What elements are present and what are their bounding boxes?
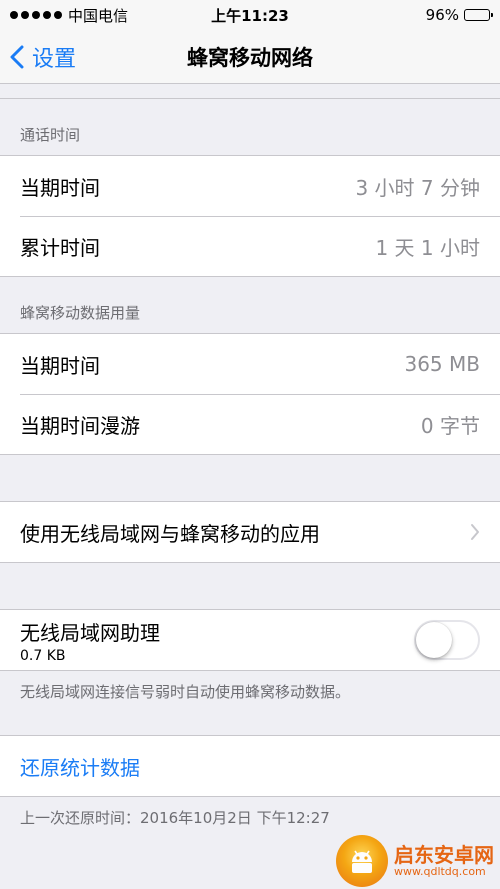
apps-group: 使用无线局域网与蜂窝移动的应用 — [0, 501, 500, 563]
call-time-total-row: 累计时间 1 天 1 小时 — [0, 216, 500, 276]
row-label: 当期时间 — [20, 175, 100, 200]
data-usage-current-row: 当期时间 365 MB — [0, 334, 500, 394]
reset-statistics-button[interactable]: 还原统计数据 — [20, 752, 140, 781]
row-value: 1 天 1 小时 — [375, 235, 480, 260]
battery-percent: 96% — [425, 6, 459, 24]
carrier-name: 中国电信 — [68, 6, 129, 25]
watermark-logo-icon — [336, 835, 388, 887]
wifi-assist-description: 无线局域网连接信号弱时自动使用蜂窝移动数据。 — [20, 683, 351, 701]
settings-list[interactable]: 通话时间 当期时间 3 小时 7 分钟 累计时间 1 天 1 小时 蜂窝移动数据… — [0, 84, 500, 889]
wifi-assist-title: 无线局域网助理 — [20, 620, 160, 645]
wifi-assist-text: 无线局域网助理 0.7 KB — [20, 617, 160, 664]
android-robot-icon — [352, 850, 372, 873]
watermark-title: 启东安卓网 — [394, 842, 494, 867]
reset-statistics-row[interactable]: 还原统计数据 — [0, 736, 500, 796]
row-label: 当期时间 — [20, 353, 100, 378]
status-bar: 中国电信 上午11:23 96% — [0, 0, 500, 30]
call-time-current-row: 当期时间 3 小时 7 分钟 — [0, 156, 500, 216]
data-usage-roaming-row: 当期时间漫游 0 字节 — [0, 394, 500, 454]
back-button-label: 设置 — [32, 46, 77, 72]
row-label: 使用无线局域网与蜂窝移动的应用 — [20, 521, 320, 546]
screen: 中国电信 上午11:23 96% 设置 蜂窝移动网络 通话时间 当期时间 3 小… — [0, 0, 500, 889]
row-value: 3 小时 7 分钟 — [355, 175, 480, 200]
watermark-text: 启东安卓网 www.qdltdq.com — [394, 844, 494, 878]
wifi-assist-toggle[interactable] — [414, 620, 480, 660]
call-time-group: 当期时间 3 小时 7 分钟 累计时间 1 天 1 小时 — [0, 155, 500, 277]
wifi-cellular-apps-row[interactable]: 使用无线局域网与蜂窝移动的应用 — [0, 502, 500, 562]
back-button[interactable]: 设置 — [0, 41, 76, 73]
wifi-assist-usage: 0.7 KB — [20, 647, 66, 664]
row-label: 累计时间 — [20, 235, 100, 260]
battery-icon — [464, 9, 493, 21]
row-value: 0 字节 — [420, 413, 480, 438]
navigation-bar: 设置 蜂窝移动网络 — [0, 30, 500, 84]
wifi-assist-row: 无线局域网助理 0.7 KB — [0, 610, 500, 670]
section-header-data-usage: 蜂窝移动数据用量 — [20, 304, 141, 322]
last-reset-time: 上一次还原时间：2016年10月2日 下午12:27 — [20, 809, 330, 827]
chevron-left-icon — [10, 45, 24, 68]
scrolled-section-edge — [0, 84, 500, 99]
row-label: 当期时间漫游 — [20, 413, 140, 438]
site-watermark: 启东安卓网 www.qdltdq.com — [336, 835, 494, 887]
chevron-right-icon — [471, 524, 479, 540]
signal-strength-icon — [10, 11, 62, 19]
battery-indicator: 96% — [425, 6, 493, 24]
wifi-assist-group: 无线局域网助理 0.7 KB — [0, 609, 500, 671]
reset-group: 还原统计数据 — [0, 735, 500, 797]
section-header-call-time: 通话时间 — [20, 126, 81, 144]
toggle-knob — [416, 622, 452, 658]
row-value: 365 MB — [404, 352, 480, 376]
data-usage-group: 当期时间 365 MB 当期时间漫游 0 字节 — [0, 333, 500, 455]
watermark-url: www.qdltdq.com — [394, 864, 486, 878]
